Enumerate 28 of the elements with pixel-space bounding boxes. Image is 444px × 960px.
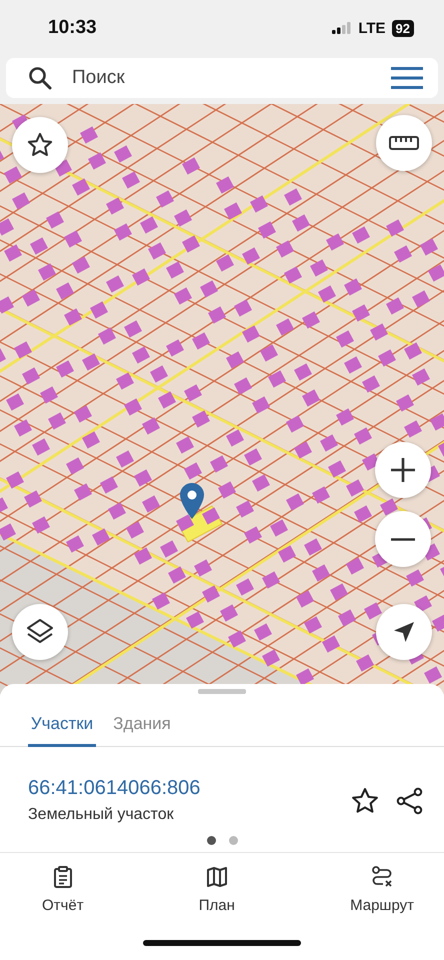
arrow-icon [392, 620, 416, 644]
favorite-icon[interactable] [350, 786, 380, 816]
page-dot[interactable] [206, 836, 216, 845]
tab[interactable]: Участки [28, 694, 96, 747]
minus-icon [391, 538, 415, 540]
drag-handle[interactable] [198, 689, 246, 694]
map-pin-icon [179, 482, 205, 520]
plus-icon [388, 455, 418, 485]
page-dot[interactable] [228, 836, 238, 845]
map-icon [204, 865, 229, 889]
search-icon [28, 66, 52, 90]
nav-button[interactable]: План [198, 865, 235, 914]
network-type: LTE [358, 20, 386, 36]
nav-button[interactable]: Отчёт [42, 865, 84, 914]
share-icon[interactable] [396, 786, 424, 814]
battery-level: 92 [392, 20, 414, 36]
parcel-type: Земельный участок [28, 806, 175, 824]
tab[interactable]: Здания [108, 694, 176, 747]
nav-button[interactable]: Маршрут [350, 865, 414, 914]
ruler-icon [389, 135, 419, 151]
status-time: 10:33 [48, 17, 97, 39]
parcel-number[interactable]: 66:41:0614066:806 [28, 777, 334, 800]
star-icon [26, 131, 54, 159]
search-field[interactable]: Поиск [6, 58, 438, 98]
signal-icon [332, 22, 352, 34]
route-icon [370, 865, 394, 889]
search-input[interactable]: Поиск [70, 66, 373, 90]
menu-icon[interactable] [391, 67, 423, 89]
